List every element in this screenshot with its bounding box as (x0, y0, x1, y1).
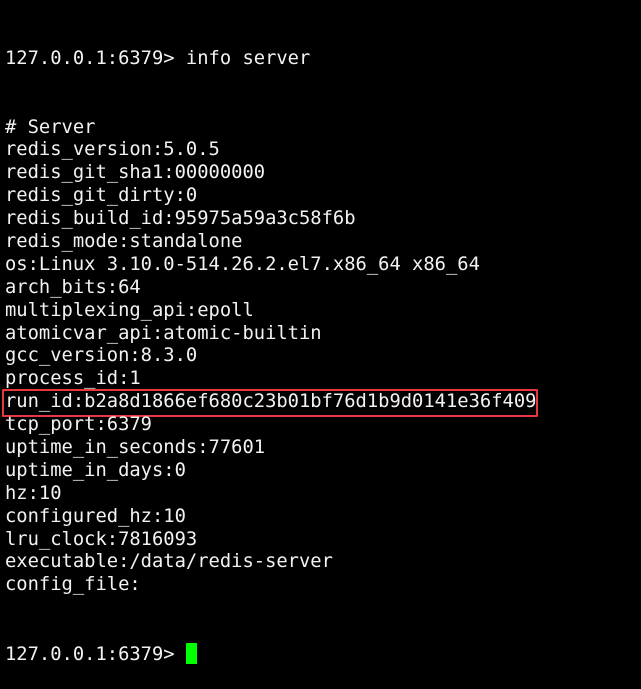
output-line: os:Linux 3.10.0-514.26.2.el7.x86_64 x86_… (5, 253, 480, 275)
output-line: # Server (5, 116, 96, 138)
output-line: config_file: (5, 574, 141, 596)
output-line: redis_mode:standalone (5, 230, 243, 252)
command-line: 127.0.0.1:6379> info server (5, 48, 536, 71)
output-line: process_id:1 (5, 368, 141, 390)
output-line: atomicvar_api:atomic-builtin (5, 322, 322, 344)
output-line: hz:10 (5, 482, 62, 504)
output-line: tcp_port:6379 (5, 414, 152, 436)
output-line: arch_bits:64 (5, 276, 141, 298)
output-line: lru_clock:7816093 (5, 528, 198, 550)
output-line: redis_version:5.0.5 (5, 139, 220, 161)
command: info server (185, 47, 311, 69)
highlight-box (2, 389, 538, 418)
highlighted-output-line: run_id:b2a8d1866ef680c23b01bf76d1b9d0141… (2, 389, 538, 418)
output-line: configured_hz:10 (5, 505, 186, 527)
output-line: uptime_in_seconds:77601 (5, 436, 266, 458)
input-line[interactable]: 127.0.0.1:6379> (5, 643, 536, 666)
prompt: 127.0.0.1:6379> (5, 47, 186, 69)
terminal-output[interactable]: 127.0.0.1:6379> info server # Server redi… (2, 2, 538, 689)
output-line: redis_git_sha1:00000000 (5, 162, 266, 184)
output-line: uptime_in_days:0 (5, 459, 186, 481)
cursor (185, 643, 197, 665)
prompt: 127.0.0.1:6379> (5, 644, 186, 666)
output-line: redis_build_id:95975a59a3c58f6b (5, 208, 356, 230)
output-line: multiplexing_api:epoll (5, 299, 254, 321)
output-line: redis_git_dirty:0 (5, 185, 198, 207)
output-line: gcc_version:8.3.0 (5, 345, 198, 367)
